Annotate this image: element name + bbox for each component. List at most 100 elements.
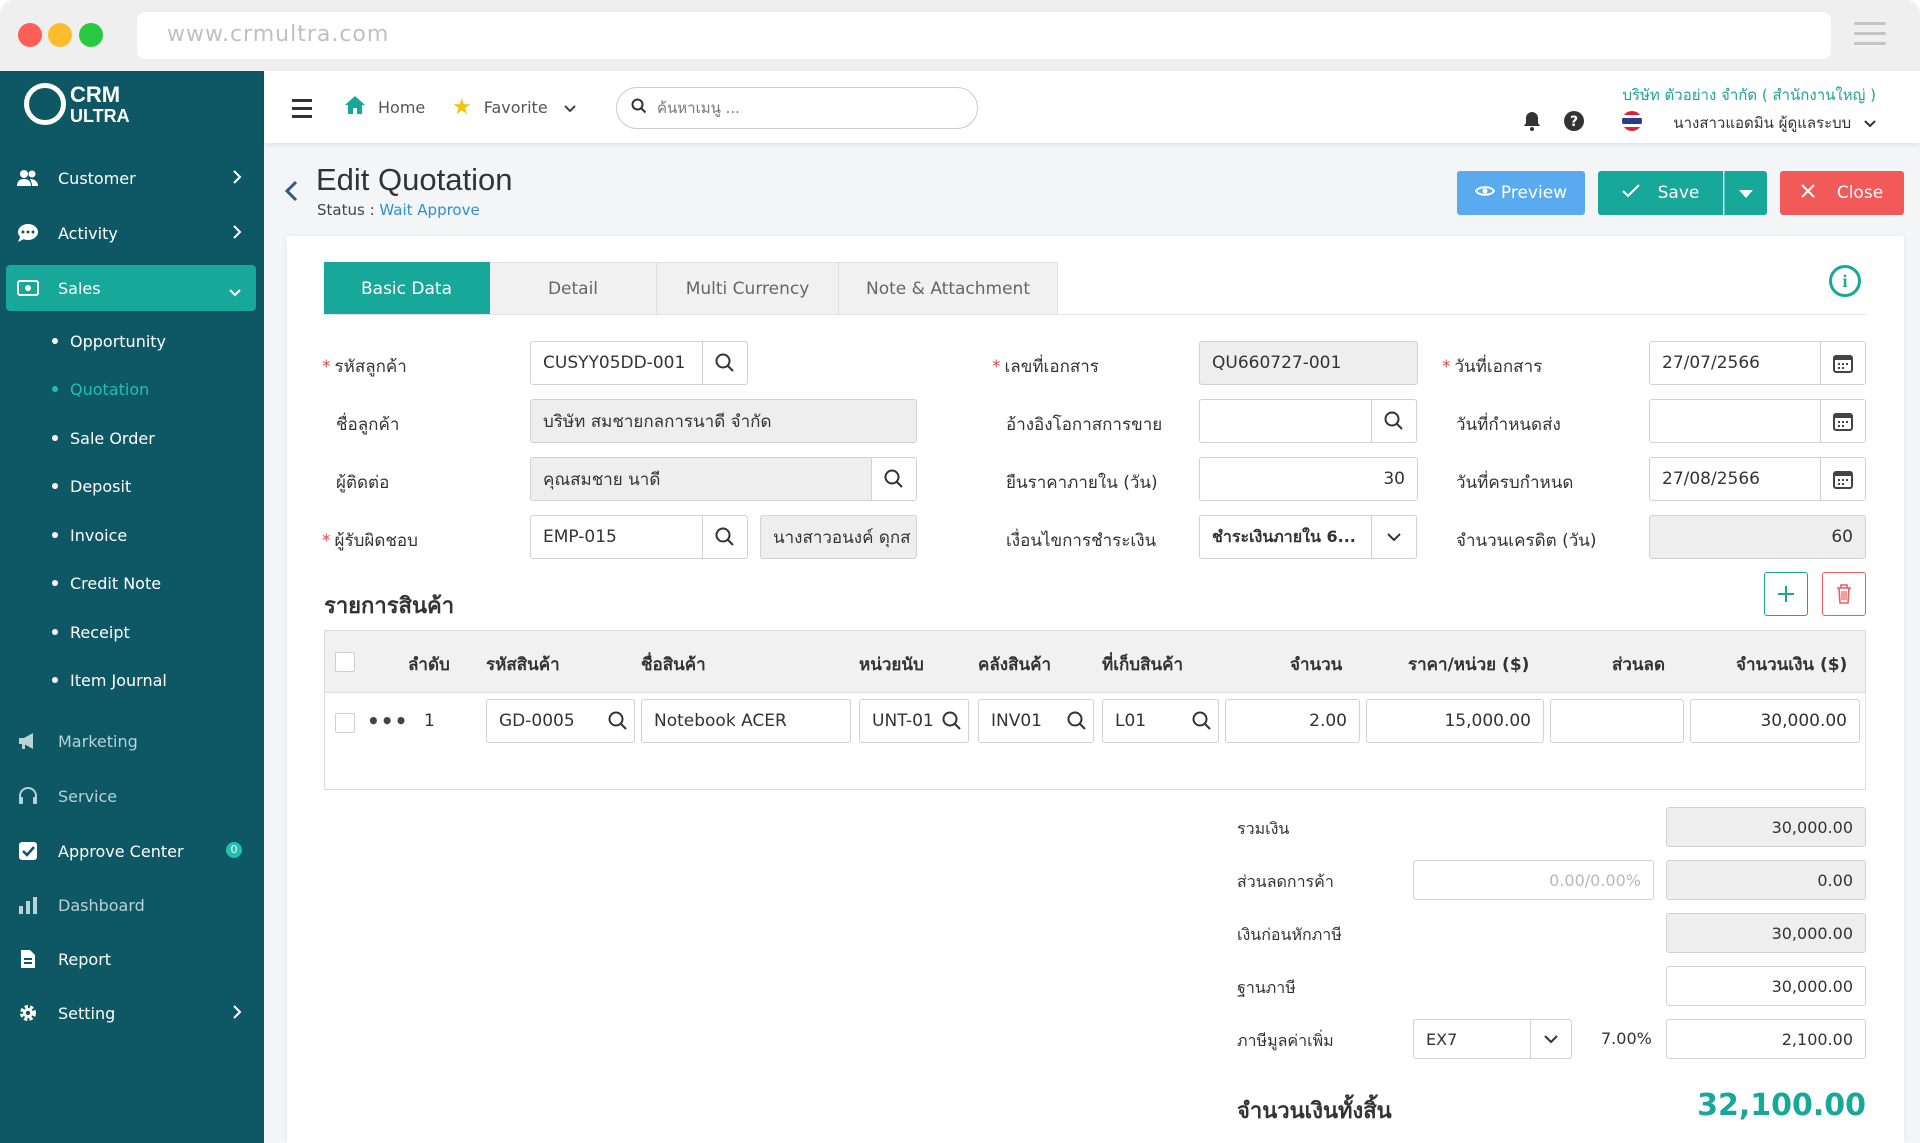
product-code-field[interactable]: GD-0005 [486,699,635,743]
delete-row-button[interactable] [1822,572,1866,616]
add-row-button[interactable] [1764,572,1808,616]
close-window-dot[interactable] [18,23,42,47]
warehouse-field[interactable]: INV01 [978,699,1094,743]
thai-flag-icon[interactable] [1622,111,1642,135]
search-icon[interactable] [1192,711,1212,736]
tab-multi-currency[interactable]: Multi Currency [657,262,839,315]
due-date-field[interactable]: 27/08/2566 [1649,457,1821,501]
product-name-field[interactable]: Notebook ACER [641,699,851,743]
chevron-down-icon [1864,114,1876,132]
trade-discount-input[interactable]: 0.00/0.00% [1413,860,1654,900]
back-arrow-icon[interactable] [284,180,298,206]
unit-field[interactable]: UNT-01 [859,699,969,743]
home-link[interactable]: Home [344,95,425,119]
row-more-icon[interactable]: ••• [367,709,408,733]
price-field[interactable]: 15,000.00 [1366,699,1544,743]
doc-no-field: QU660727-001 [1199,341,1418,385]
save-options-dropdown[interactable] [1724,171,1767,215]
calendar-icon[interactable] [1820,399,1866,443]
ref-opportunity-field[interactable] [1199,399,1372,443]
tab-detail[interactable]: Detail [490,262,657,315]
chevron-down-icon[interactable] [1530,1019,1572,1059]
minimize-window-dot[interactable] [48,23,72,47]
menu-search-input[interactable]: ค้นหาเมนู ... [616,87,978,129]
location-field[interactable]: L01 [1102,699,1219,743]
status-text: Status : Wait Approve [317,201,480,219]
vat-amount-value: 2,100.00 [1666,1019,1866,1059]
contact-label: ผู้ติดต่อ [336,473,390,493]
preview-button[interactable]: Preview [1457,171,1585,215]
maximize-window-dot[interactable] [79,23,103,47]
sidebar-item-setting[interactable]: Setting [6,990,256,1036]
contact-field[interactable]: คุณสมชาย นาดี [530,457,872,501]
page-title: Edit Quotation [316,162,513,197]
company-name: บริษัท ตัวอย่าง จำกัด ( สำนักงานใหญ่ ) [1622,86,1876,104]
tab-note-attachment[interactable]: Note & Attachment [839,262,1058,315]
customer-code-field[interactable]: CUSYY05DD-001 [530,341,703,385]
row-checkbox[interactable] [335,713,355,733]
credit-days-label: จำนวนเครดิต (วัน) [1456,531,1597,551]
browser-menu-icon[interactable] [1854,22,1886,52]
close-button[interactable]: Close [1780,171,1904,215]
col-header-no: ลำดับ [408,655,450,675]
doc-date-field[interactable]: 27/07/2566 [1649,341,1821,385]
sidebar-sub-opportunity[interactable]: Opportunity [52,326,166,356]
sidebar-item-service[interactable]: Service [6,773,256,819]
owner-label: * ผู้รับผิดชอบ [322,531,418,551]
subtotal-value: 30,000.00 [1666,807,1866,847]
owner-search-icon[interactable] [702,515,748,559]
check-icon [1621,183,1640,203]
qty-field[interactable]: 2.00 [1225,699,1360,743]
payment-term-select[interactable]: ชำระเงินภายใน 6... [1199,515,1372,559]
discount-field[interactable] [1550,699,1684,743]
tab-bar: Basic Data Detail Multi Currency Note & … [324,262,1058,315]
sidebar-sub-invoice[interactable]: Invoice [52,520,127,550]
chat-icon [16,221,40,245]
sidebar-item-dashboard[interactable]: Dashboard [6,882,256,928]
tax-base-value[interactable]: 30,000.00 [1666,966,1866,1006]
tab-basic-data[interactable]: Basic Data [324,262,490,315]
search-icon[interactable] [608,711,628,736]
select-all-checkbox[interactable] [335,652,355,672]
crm-ultra-logo[interactable]: CRM ULTRA [24,83,134,131]
bell-icon[interactable] [1523,111,1541,135]
search-icon[interactable] [942,711,962,736]
sidebar-item-activity[interactable]: Activity [6,210,256,256]
doc-no-label: * เลขที่เอกสาร [992,357,1099,377]
sidebar-sub-quotation[interactable]: Quotation [52,374,149,404]
approve-count-badge: 0 [226,842,242,858]
sidebar-item-marketing[interactable]: Marketing [6,718,256,764]
chevron-right-icon [232,169,242,189]
price-valid-field[interactable]: 30 [1199,457,1418,501]
megaphone-icon [16,729,40,753]
opportunity-search-icon[interactable] [1371,399,1417,443]
user-menu[interactable]: นางสาวแอดมิน ผู้ดูแลระบบ [1673,111,1876,135]
vat-code-select[interactable]: EX7 [1413,1019,1531,1059]
sidebar-sub-credit-note[interactable]: Credit Note [52,568,161,598]
sidebar-sub-sale-order[interactable]: Sale Order [52,423,155,453]
customer-search-icon[interactable] [702,341,748,385]
info-icon[interactable]: i [1829,265,1861,297]
sidebar-sub-deposit[interactable]: Deposit [52,471,131,501]
menu-toggle-icon[interactable] [292,99,312,123]
sidebar-item-approve-center[interactable]: Approve Center 0 [6,828,256,874]
delivery-date-field[interactable] [1649,399,1821,443]
customer-name-label: ชื่อลูกค้า [336,415,400,435]
favorite-link[interactable]: ★ Favorite [452,95,576,120]
calendar-icon[interactable] [1820,341,1866,385]
chevron-right-icon [232,1004,242,1024]
save-button[interactable]: Save [1598,171,1723,215]
search-icon[interactable] [1067,711,1087,736]
sidebar-item-report[interactable]: Report [6,936,256,982]
sidebar-sub-item-journal[interactable]: Item Journal [52,665,167,695]
help-icon[interactable]: ? [1564,111,1584,135]
sidebar-item-customer[interactable]: Customer [6,155,256,201]
delivery-date-label: วันที่กำหนดส่ง [1456,415,1561,435]
sidebar-sub-receipt[interactable]: Receipt [52,617,130,647]
sidebar-item-sales[interactable]: Sales [6,265,256,311]
calendar-icon[interactable] [1820,457,1866,501]
contact-search-icon[interactable] [871,457,917,501]
owner-code-field[interactable]: EMP-015 [530,515,703,559]
address-bar[interactable]: www.crmultra.com [137,12,1831,59]
chevron-down-icon[interactable] [1371,515,1417,559]
